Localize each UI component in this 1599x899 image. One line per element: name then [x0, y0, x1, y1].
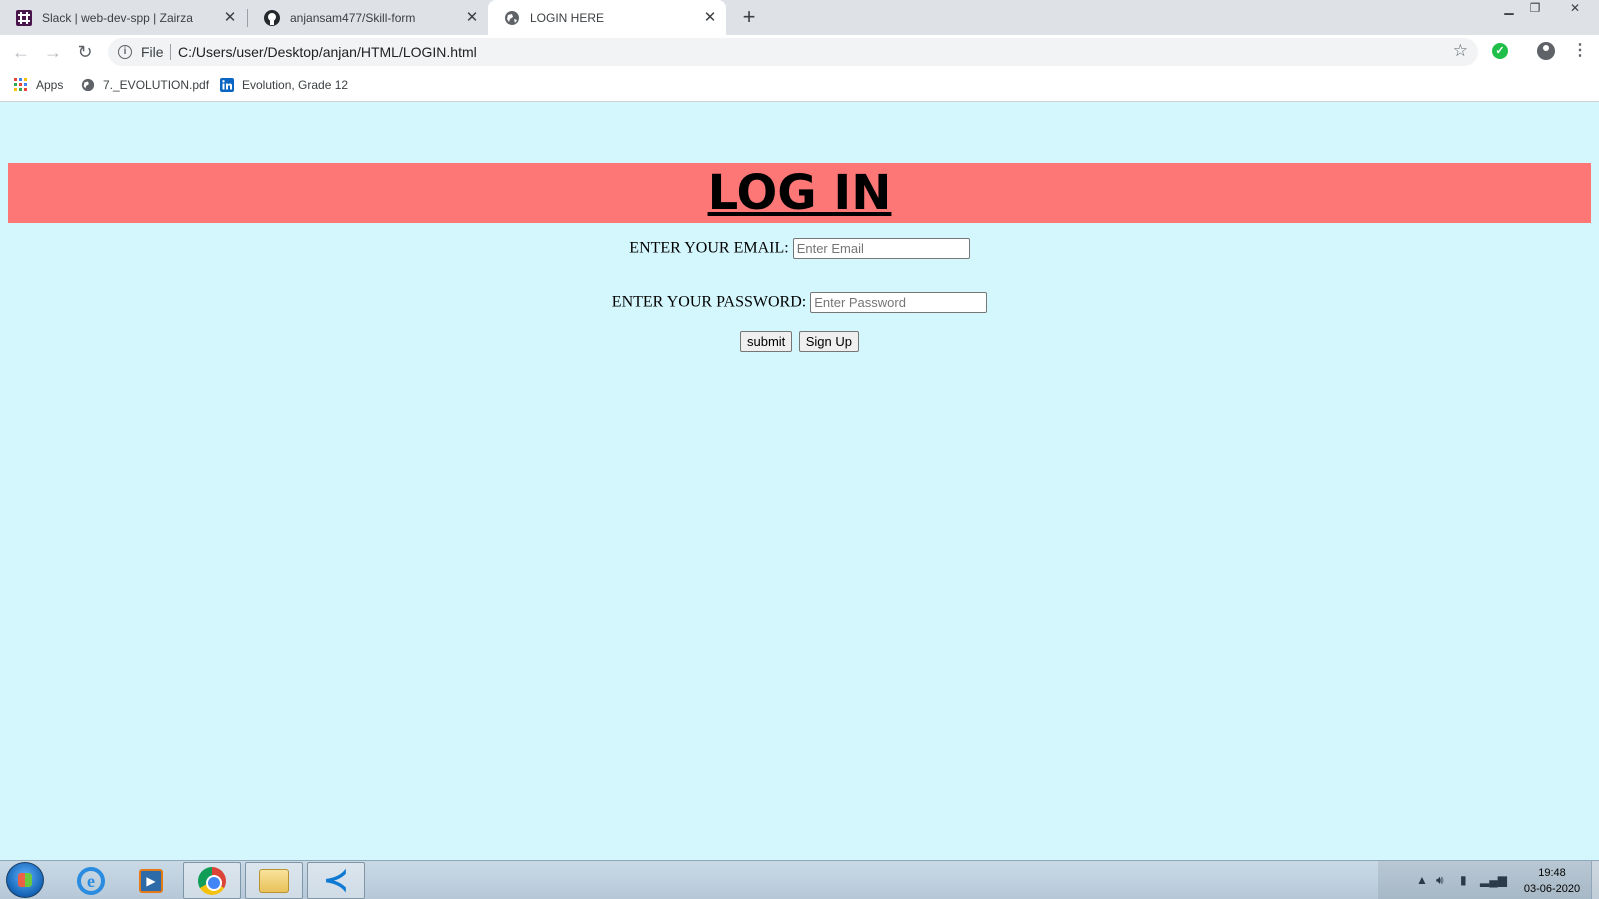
internet-explorer-icon: e: [77, 866, 105, 895]
profile-icon[interactable]: [1537, 42, 1555, 60]
taskbar-vscode[interactable]: ≺: [307, 862, 365, 899]
network-icon[interactable]: ▂▄▆: [1480, 873, 1507, 887]
taskbar-media-player[interactable]: ▶: [122, 862, 180, 899]
clock-date[interactable]: 03-06-2020: [1513, 883, 1591, 895]
tray-expand-icon[interactable]: ▲: [1416, 873, 1428, 887]
password-field[interactable]: [810, 292, 988, 313]
volume-icon[interactable]: 🔊︎: [1436, 873, 1444, 888]
linkedin-icon: [220, 78, 234, 92]
media-player-icon: ▶: [139, 868, 163, 893]
windows-taskbar: e ▶ ≺ ▲ 🔊︎ ▮ ▂▄▆: [0, 860, 1599, 899]
vscode-icon: ≺: [323, 863, 349, 897]
chrome-icon: [198, 866, 226, 895]
form-buttons: submit Sign Up: [0, 331, 1599, 352]
github-icon: [264, 9, 280, 26]
file-explorer-icon: [259, 868, 289, 893]
globe-icon: [505, 10, 519, 25]
new-tab-button[interactable]: +: [736, 5, 762, 31]
tab-title: LOGIN HERE: [530, 10, 605, 25]
submit-button[interactable]: submit: [740, 331, 793, 352]
email-row: ENTER YOUR EMAIL:: [0, 238, 1599, 259]
bookmark-star-icon[interactable]: ☆: [1453, 41, 1468, 61]
bookmarks-bar: Apps 7._EVOLUTION.pdf Evolution, Grade 1…: [0, 68, 1599, 102]
page-title: LOG IN: [707, 165, 892, 221]
slack-icon: [16, 9, 32, 26]
taskbar-internet-explorer[interactable]: e: [62, 862, 120, 899]
url-text[interactable]: C:/Users/user/Desktop/anjan/HTML/LOGIN.h…: [178, 44, 477, 60]
bookmark-label: 7._EVOLUTION.pdf: [103, 78, 210, 92]
globe-icon: [81, 78, 95, 92]
restore-icon[interactable]: ❐: [1522, 0, 1548, 18]
tab-title: Slack | web-dev-spp | Zairza: [42, 10, 193, 25]
email-field[interactable]: [792, 238, 970, 259]
battery-icon[interactable]: ▮: [1460, 873, 1467, 887]
close-icon[interactable]: ✕: [464, 9, 480, 26]
email-label: ENTER YOUR EMAIL:: [629, 239, 789, 257]
minimize-icon[interactable]: ▁: [1496, 0, 1522, 18]
browser-toolbar: ← → ↻ i File C:/Users/user/Desktop/anjan…: [0, 35, 1599, 68]
bookmark-apps[interactable]: Apps: [14, 76, 63, 94]
bookmark-label: Apps: [36, 78, 64, 92]
password-label: ENTER YOUR PASSWORD:: [611, 293, 807, 311]
show-desktop-button[interactable]: [1591, 861, 1599, 899]
start-button[interactable]: [6, 862, 44, 898]
tab-slack[interactable]: Slack | web-dev-spp | Zairza ✕: [0, 0, 246, 35]
close-window-icon[interactable]: ✕: [1560, 0, 1590, 18]
login-header-banner: LOG IN: [8, 163, 1591, 223]
menu-icon[interactable]: ⋮: [1572, 40, 1588, 60]
forward-icon[interactable]: →: [41, 40, 65, 64]
bookmark-evolution-pdf[interactable]: 7._EVOLUTION.pdf: [81, 76, 209, 94]
tab-title: anjansam477/Skill-form: [290, 10, 416, 25]
close-icon[interactable]: ✕: [222, 9, 238, 26]
reload-icon[interactable]: ↻: [73, 40, 97, 64]
omnibox-divider: [170, 44, 171, 60]
info-icon[interactable]: i: [118, 45, 132, 59]
password-row: ENTER YOUR PASSWORD:: [0, 292, 1599, 313]
extension-check-icon[interactable]: ✓: [1492, 43, 1508, 59]
taskbar-chrome[interactable]: [183, 862, 241, 899]
address-bar[interactable]: i File C:/Users/user/Desktop/anjan/HTML/…: [108, 38, 1478, 66]
taskbar-file-explorer[interactable]: [245, 862, 303, 899]
tab-github[interactable]: anjansam477/Skill-form ✕: [248, 0, 488, 35]
bookmark-evolution-grade-12[interactable]: Evolution, Grade 12: [220, 76, 348, 94]
sign-up-button[interactable]: Sign Up: [798, 331, 859, 352]
apps-grid-icon: [14, 78, 27, 91]
close-icon[interactable]: ✕: [702, 9, 718, 26]
scheme-label: File: [141, 44, 164, 60]
tab-login-here[interactable]: LOGIN HERE ✕: [488, 0, 726, 35]
clock-time[interactable]: 19:48: [1521, 867, 1583, 879]
browser-tab-strip: Slack | web-dev-spp | Zairza ✕ anjansam4…: [0, 0, 1599, 35]
bookmark-label: Evolution, Grade 12: [242, 78, 349, 92]
back-icon[interactable]: ←: [9, 40, 33, 64]
